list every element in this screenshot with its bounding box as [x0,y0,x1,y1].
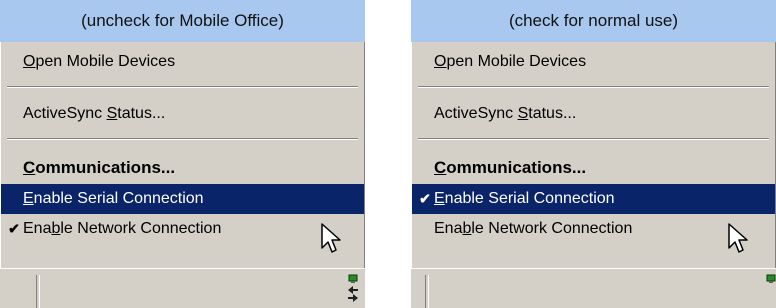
menu-separator [7,86,358,88]
menu-item-label: Enable Network Connection [434,220,633,237]
menu-item-label: Communications... [23,158,176,177]
taskbar [411,268,776,308]
menu-item-label: Enable Serial Connection [23,190,204,207]
taskbar-divider [425,275,429,308]
menu-item-communications[interactable]: Communications... [412,152,775,184]
menu-item-activesync-status[interactable]: ActiveSync Status... [1,98,364,130]
menu-item-enable-serial-connection[interactable]: ✔ Enable Serial Connection [412,184,775,214]
menu-item-activesync-status[interactable]: ActiveSync Status... [412,98,775,130]
context-menu-panel-check: (check for normal use) Open Mobile Devic… [411,0,776,308]
menu-item-open-mobile-devices[interactable]: Open Mobile Devices [1,46,364,78]
menu-item-enable-network-connection[interactable]: Enable Network Connection [412,214,775,244]
panel-caption: (uncheck for Mobile Office) [0,0,365,42]
menu-separator [7,138,358,140]
menu-item-label: Communications... [434,158,587,177]
menu-item-label: Open Mobile Devices [23,53,176,70]
context-menu-panel-uncheck: (uncheck for Mobile Office) Open Mobile … [0,0,365,308]
activesync-tray-icon[interactable] [763,274,776,302]
taskbar-divider [36,275,40,308]
menu-separator [418,138,769,140]
menu-item-label: Enable Network Connection [23,220,222,237]
activesync-tray-icon[interactable] [345,274,361,302]
menu-item-enable-network-connection[interactable]: ✔ Enable Network Connection [1,214,364,244]
menu-item-communications[interactable]: Communications... [1,152,364,184]
taskbar [0,268,365,308]
checkmark-icon: ✔ [419,190,431,207]
checkmark-icon: ✔ [8,220,20,237]
menu-item-open-mobile-devices[interactable]: Open Mobile Devices [412,46,775,78]
menu-item-label: Open Mobile Devices [434,53,587,70]
panel-caption: (check for normal use) [411,0,776,42]
menu-item-label: ActiveSync Status... [23,105,166,122]
activesync-context-menu: Open Mobile Devices ActiveSync Status...… [0,42,365,268]
menu-item-enable-serial-connection[interactable]: Enable Serial Connection [1,184,364,214]
menu-separator [418,86,769,88]
menu-item-label: Enable Serial Connection [434,190,615,207]
arrow-cursor-icon [320,222,342,254]
activesync-context-menu: Open Mobile Devices ActiveSync Status...… [411,42,776,268]
menu-item-label: ActiveSync Status... [434,105,577,122]
arrow-cursor-icon [727,222,749,254]
